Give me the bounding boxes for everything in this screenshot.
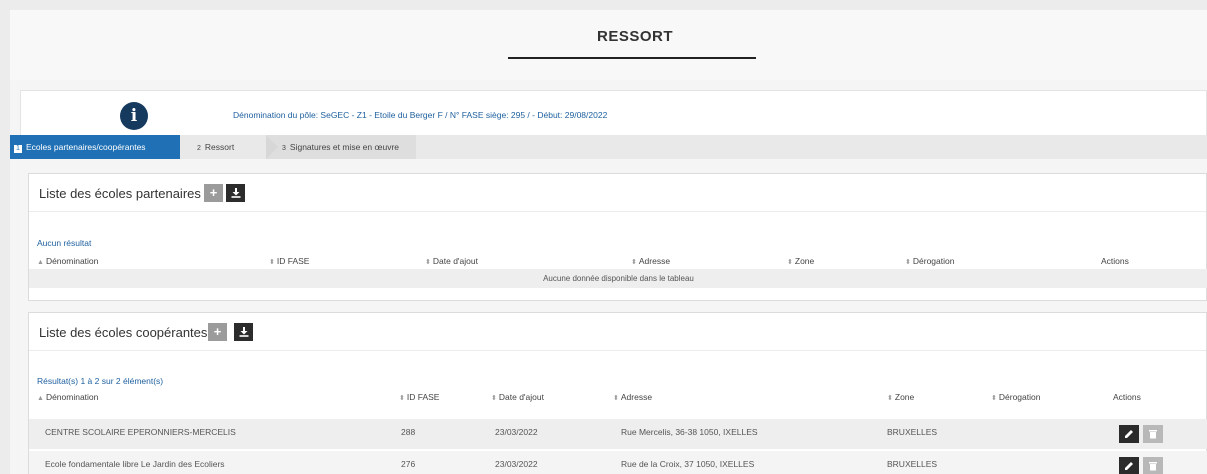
step-label: Ecoles partenaires/coopérantes [26,142,146,152]
partner-schools-panel: Liste des écoles partenaires + Aucun rés… [28,173,1207,301]
panel-header: Liste des écoles coopérantes + [29,313,1206,351]
delete-button[interactable] [1143,425,1163,443]
panel-header: Liste des écoles partenaires + [29,174,1206,212]
step-ressort[interactable]: 2 Ressort [180,135,278,159]
pencil-icon [1125,462,1133,470]
cell-zone: BRUXELLES [887,427,938,437]
table-row: CENTRE SCOLAIRE EPERONNIERS-MERCELIS 288… [29,419,1207,449]
cell-denomination: Ecole fondamentale libre Le Jardin des E… [45,459,225,469]
result-count: Aucun résultat [37,238,92,248]
col-header-adresse[interactable]: ⬍ Adresse [613,392,652,402]
result-count: Résultat(s) 1 à 2 sur 2 élément(s) [37,376,164,386]
col-header-actions: Actions [1101,256,1129,266]
download-partners-button[interactable] [226,184,245,202]
trash-icon [1149,462,1157,471]
cell-adresse: Rue Mercelis, 36-38 1050, IXELLES [621,427,758,437]
pencil-icon [1125,430,1133,438]
col-header-zone[interactable]: ⬍ Zone [887,392,914,402]
plus-icon: + [213,324,222,339]
col-header-derogation[interactable]: ⬍ Dérogation [991,392,1040,402]
panel-title: Liste des écoles partenaires [39,186,201,201]
col-header-derogation[interactable]: ⬍ Dérogation [905,256,954,266]
info-icon: i [120,102,148,130]
edit-button[interactable] [1119,425,1139,443]
download-icon [239,327,248,337]
page-title: RESSORT [596,28,673,45]
step-number: 2 [197,145,201,152]
col-header-date[interactable]: ⬍ Date d'ajout [425,256,478,266]
cell-id-fase: 276 [401,459,416,469]
step-label: Signatures et mise en œuvre [289,142,400,152]
add-cooperating-button[interactable]: + [208,323,227,341]
table-row: Ecole fondamentale libre Le Jardin des E… [29,451,1207,474]
col-header-id-fase[interactable]: ⬍ ID FASE [399,392,439,402]
col-header-adresse[interactable]: ⬍ Adresse [631,256,670,266]
col-header-actions: Actions [1113,392,1141,402]
edit-button[interactable] [1119,457,1139,474]
empty-table-message: Aucune donnée disponible dans le tableau [29,269,1207,288]
col-header-date[interactable]: ⬍ Date d'ajout [491,392,544,402]
step-number: 1 [14,145,22,153]
step-signatures[interactable]: 3 Signatures et mise en œuvre [266,135,416,159]
col-header-id-fase[interactable]: ⬍ ID FASE [269,256,309,266]
col-header-denomination[interactable]: ▲ Dénomination [37,256,98,266]
download-cooperating-button[interactable] [234,323,253,341]
cell-date: 23/03/2022 [495,459,538,469]
cell-adresse: Rue de la Croix, 37 1050, IXELLES [621,459,755,469]
cell-denomination: CENTRE SCOLAIRE EPERONNIERS-MERCELIS [45,427,236,437]
cell-zone: BRUXELLES [887,459,938,469]
download-icon [231,188,240,198]
cell-date: 23/03/2022 [495,427,538,437]
trash-icon [1149,430,1157,439]
cell-id-fase: 288 [401,427,416,437]
cooperating-schools-panel: Liste des écoles coopérantes + Résultat(… [28,312,1207,474]
wizard-steps: 1 Ecoles partenaires/coopérantes 3 Signatu… [10,135,1207,159]
panel-title: Liste des écoles coopérantes [39,325,208,340]
step-label: Ressort [204,142,235,152]
delete-button[interactable] [1143,457,1163,474]
step-ecoles-partenaires[interactable]: 1 Ecoles partenaires/coopérantes [10,135,192,159]
col-header-denomination[interactable]: ▲ Dénomination [37,392,98,402]
title-underline [508,57,756,59]
pole-info-text: Dénomination du pôle: SeGEC - Z1 - Etoil… [233,110,608,120]
page: RESSORT i Dénomination du pôle: SeGEC - … [10,10,1207,474]
title-area: RESSORT [10,10,1207,80]
plus-icon: + [209,185,218,200]
add-partner-button[interactable]: + [204,184,223,202]
col-header-zone[interactable]: ⬍ Zone [787,256,814,266]
step-number: 3 [282,145,286,152]
